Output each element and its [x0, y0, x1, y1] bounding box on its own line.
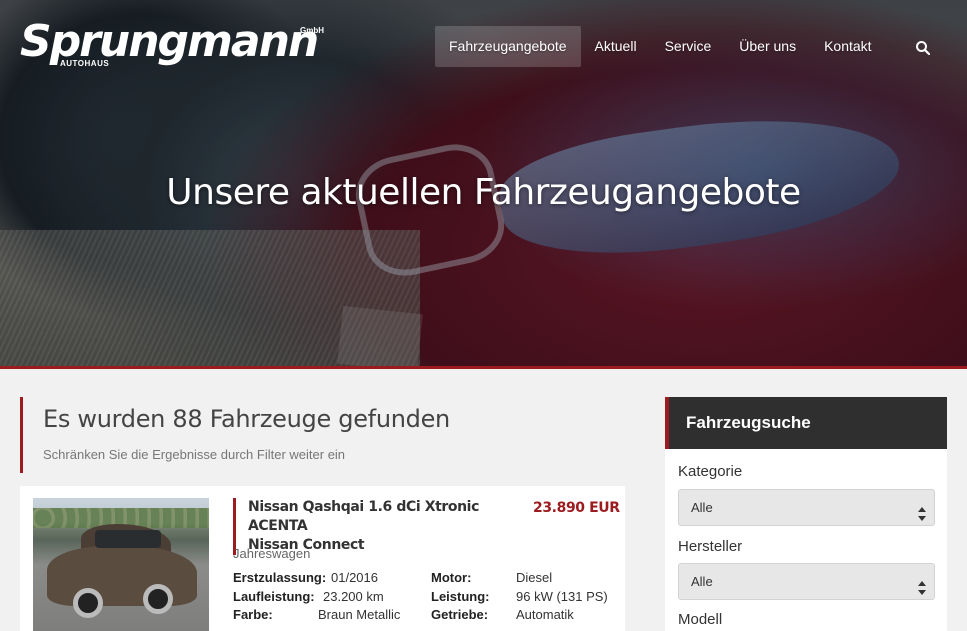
nav-item-aktuell[interactable]: Aktuell — [581, 26, 651, 67]
spec-value: Braun Metallic — [318, 607, 401, 622]
select-arrows-icon — [918, 500, 926, 521]
select-arrows-icon — [918, 574, 926, 595]
kategorie-select[interactable]: Alle — [678, 489, 935, 526]
logo-suffix: GmbH — [300, 26, 324, 35]
brand-logo[interactable]: Sprungmann AUTOHAUS GmbH — [20, 16, 330, 72]
spec-label: Motor: — [431, 570, 472, 585]
search-icon[interactable] — [915, 40, 931, 56]
vehicle-price: 23.890 EUR — [533, 500, 620, 516]
spec-value: 96 kW (131 PS) — [516, 589, 608, 604]
spec-label: Laufleistung: — [233, 589, 315, 604]
spec-label: Farbe: — [233, 607, 273, 622]
spec-value: 23.200 km — [323, 589, 384, 604]
spec-label: Leistung: — [431, 589, 490, 604]
spec-label: Erstzulassung: — [233, 570, 327, 585]
filter-label-kategorie: Kategorie — [678, 463, 743, 480]
vehicle-photo[interactable] — [33, 498, 209, 631]
vehicle-card[interactable]: Nissan Qashqai 1.6 dCi Xtronic ACENTA Ni… — [20, 486, 625, 631]
filter-label-modell: Modell — [678, 611, 723, 628]
vehicle-title-line1: Nissan Qashqai 1.6 dCi Xtronic ACENTA — [248, 499, 479, 534]
logo-tagline: AUTOHAUS — [60, 59, 110, 68]
results-subtitle: Schränken Sie die Ergebnisse durch Filte… — [43, 447, 346, 462]
vehicle-type: Jahreswagen — [233, 546, 311, 561]
spec-value: Diesel — [516, 570, 553, 585]
nav-item-service[interactable]: Service — [651, 26, 726, 67]
vehicle-search-title: Fahrzeugsuche — [665, 397, 947, 449]
hero-title: Unsere aktuellen Fahrzeugangebote — [166, 172, 801, 213]
nav-item-kontakt[interactable]: Kontakt — [810, 26, 885, 67]
results-header: Es wurden 88 Fahrzeuge gefunden Schränke… — [20, 397, 450, 473]
results-title: Es wurden 88 Fahrzeuge gefunden — [43, 405, 450, 433]
spec-value: 01/2016 — [331, 570, 378, 585]
nav-item-fahrzeugangebote[interactable]: Fahrzeugangebote — [435, 26, 581, 67]
filter-label-hersteller: Hersteller — [678, 538, 743, 555]
spec-label: Getriebe: — [431, 607, 489, 622]
hersteller-select[interactable]: Alle — [678, 563, 935, 600]
main-nav: Fahrzeugangebote Aktuell Service Über un… — [435, 26, 886, 67]
nav-item-ueber-uns[interactable]: Über uns — [725, 26, 810, 67]
spec-value: Automatik — [516, 607, 574, 622]
hero-divider — [0, 366, 967, 369]
hersteller-select-value: Alle — [691, 574, 713, 589]
vehicle-search-panel: Fahrzeugsuche Kategorie Alle Hersteller … — [665, 397, 947, 631]
kategorie-select-value: Alle — [691, 500, 713, 515]
